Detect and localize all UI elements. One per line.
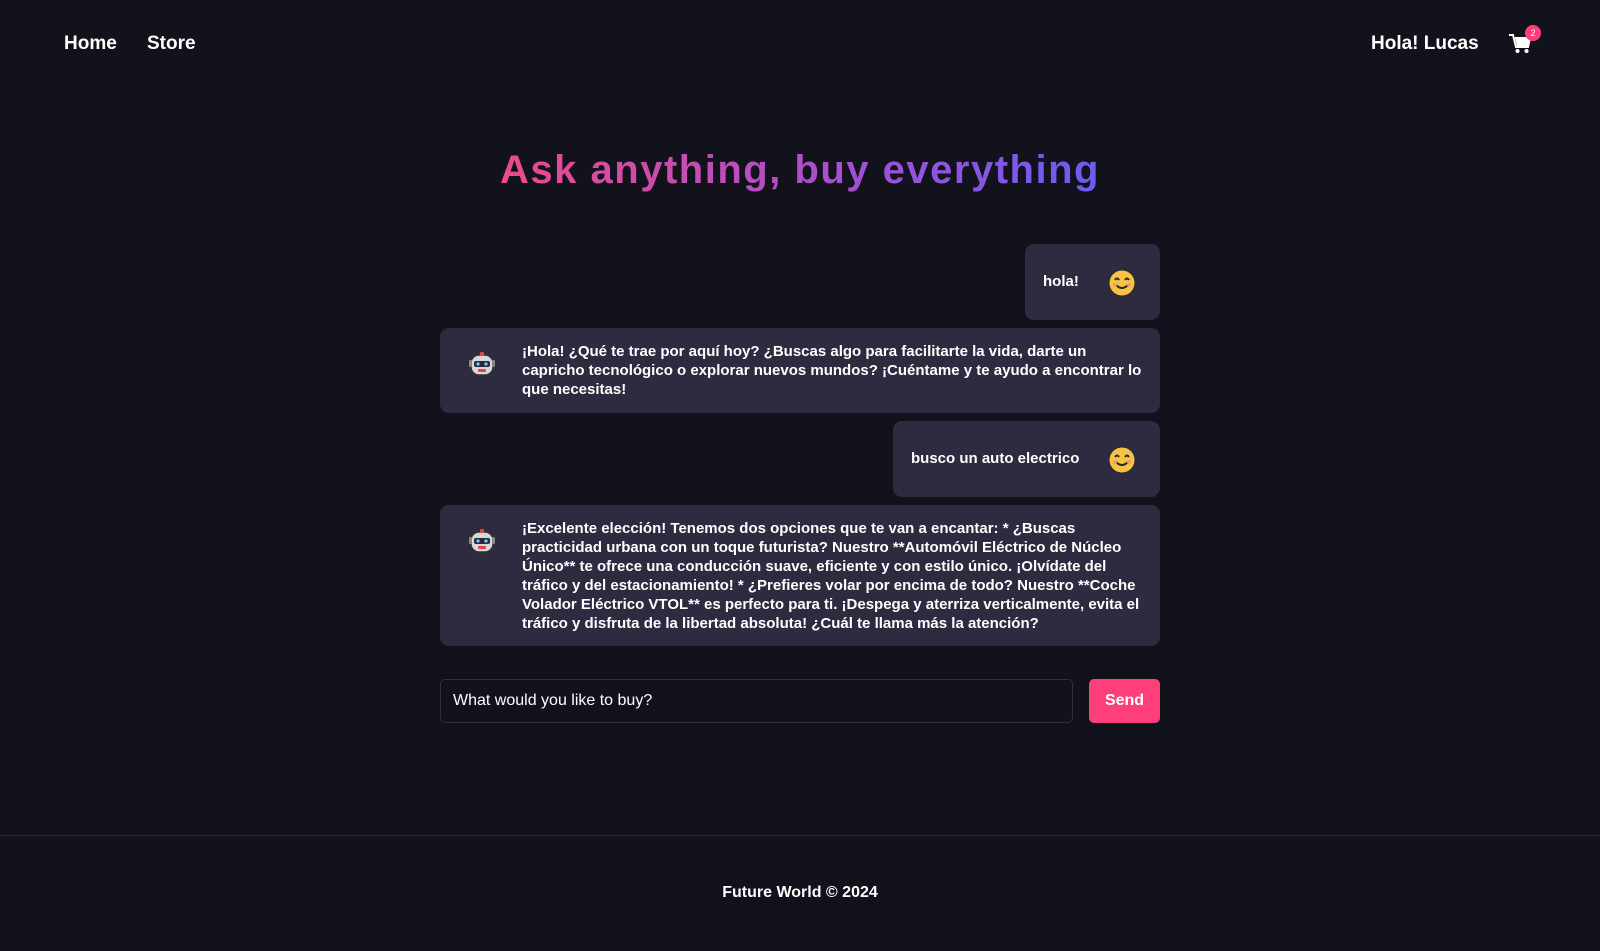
nav-home-link[interactable]: Home	[64, 33, 117, 55]
top-nav: Home Store Hola! Lucas 2	[0, 0, 1600, 90]
cart-count-badge: 2	[1525, 25, 1541, 41]
user-greeting[interactable]: Hola! Lucas	[1371, 33, 1479, 55]
message-text: ¡Excelente elección! Tenemos dos opcione…	[522, 520, 1140, 632]
robot-icon	[469, 352, 495, 376]
message-text: ¡Hola! ¿Qué te trae por aquí hoy? ¿Busca…	[522, 343, 1142, 398]
page: Home Store Hola! Lucas 2 Ask anything, b…	[0, 0, 1600, 951]
cart-button[interactable]: 2	[1509, 25, 1541, 57]
page-title: Ask anything, buy everything	[0, 148, 1600, 193]
bot-message: ¡Hola! ¿Qué te trae por aquí hoy? ¿Busca…	[440, 328, 1160, 413]
bot-message: ¡Excelente elección! Tenemos dos opcione…	[440, 505, 1160, 646]
message-text: hola!	[1043, 273, 1079, 290]
page-title-text: Ask anything, buy everything	[500, 148, 1100, 192]
message-text: busco un auto electrico	[911, 450, 1080, 467]
chat-input[interactable]	[440, 679, 1073, 723]
send-button[interactable]: Send	[1089, 679, 1160, 723]
smiling-face-icon	[1108, 446, 1136, 474]
user-message: hola!	[1025, 244, 1160, 320]
footer-copyright: Future World © 2024	[722, 884, 878, 901]
user-message: busco un auto electrico	[893, 421, 1160, 497]
footer-divider	[0, 835, 1600, 836]
robot-icon	[469, 529, 495, 553]
nav-store-link[interactable]: Store	[147, 33, 196, 55]
smiling-face-icon	[1108, 269, 1136, 297]
